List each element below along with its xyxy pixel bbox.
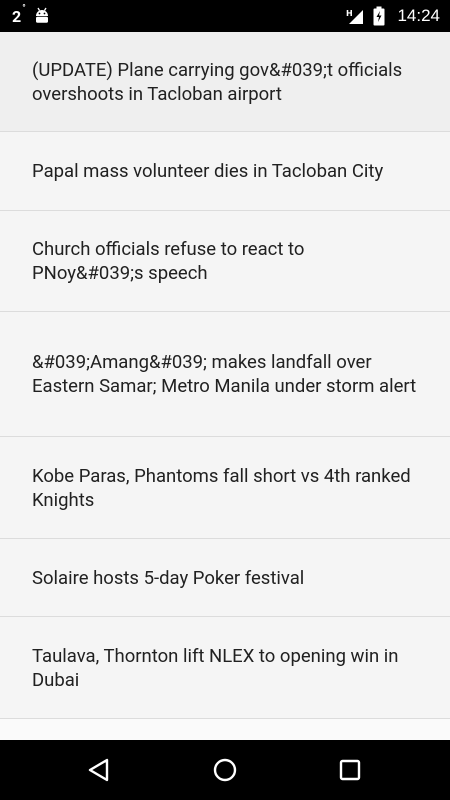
notification-degree-mark: ° [22,4,26,15]
navigation-bar [0,740,450,800]
news-title: Church officials refuse to react to PNoy… [32,238,305,284]
recents-icon [338,758,362,782]
svg-text:H: H [346,9,353,18]
news-list-item[interactable]: Kobe Paras, Phantoms fall short vs 4th r… [0,437,450,539]
notification-count-text: 2 [12,6,22,26]
back-icon [86,757,112,783]
news-list[interactable]: (UPDATE) Plane carrying gov&#039;t offic… [0,32,450,740]
news-list-item[interactable]: Taulava, Thornton lift NLEX to opening w… [0,617,450,719]
news-title: (UPDATE) Plane carrying gov&#039;t offic… [32,58,403,105]
status-bar-right: H 14:24 [345,6,440,26]
status-bar-left: 2° [12,4,50,26]
news-title: Papal mass volunteer dies in Tacloban Ci… [32,160,384,182]
android-icon [34,7,50,25]
news-list-item[interactable]: Church officials refuse to react to PNoy… [0,211,450,312]
recents-button[interactable] [330,750,370,790]
news-title: &#039;Amang&#039; makes landfall over Ea… [32,351,417,397]
news-title: Kobe Paras, Phantoms fall short vs 4th r… [32,464,411,511]
status-time: 14:24 [397,6,440,25]
news-list-item[interactable]: Solaire hosts 5-day Poker festival [0,539,450,617]
news-list-item[interactable]: Papal mass volunteer dies in Tacloban Ci… [0,132,450,211]
signal-icon: H [345,7,367,25]
news-list-item[interactable]: &#039;Amang&#039; makes landfall over Ea… [0,312,450,437]
news-title: Solaire hosts 5-day Poker festival [32,566,305,589]
news-list-item[interactable]: (UPDATE) Plane carrying gov&#039;t offic… [0,32,450,132]
home-button[interactable] [205,750,245,790]
news-title: Taulava, Thornton lift NLEX to opening w… [32,644,399,691]
battery-charging-icon [373,6,385,26]
notification-count: 2° [12,4,26,26]
status-bar: 2° H 14:24 [0,0,450,32]
home-icon [212,757,238,783]
back-button[interactable] [79,750,119,790]
